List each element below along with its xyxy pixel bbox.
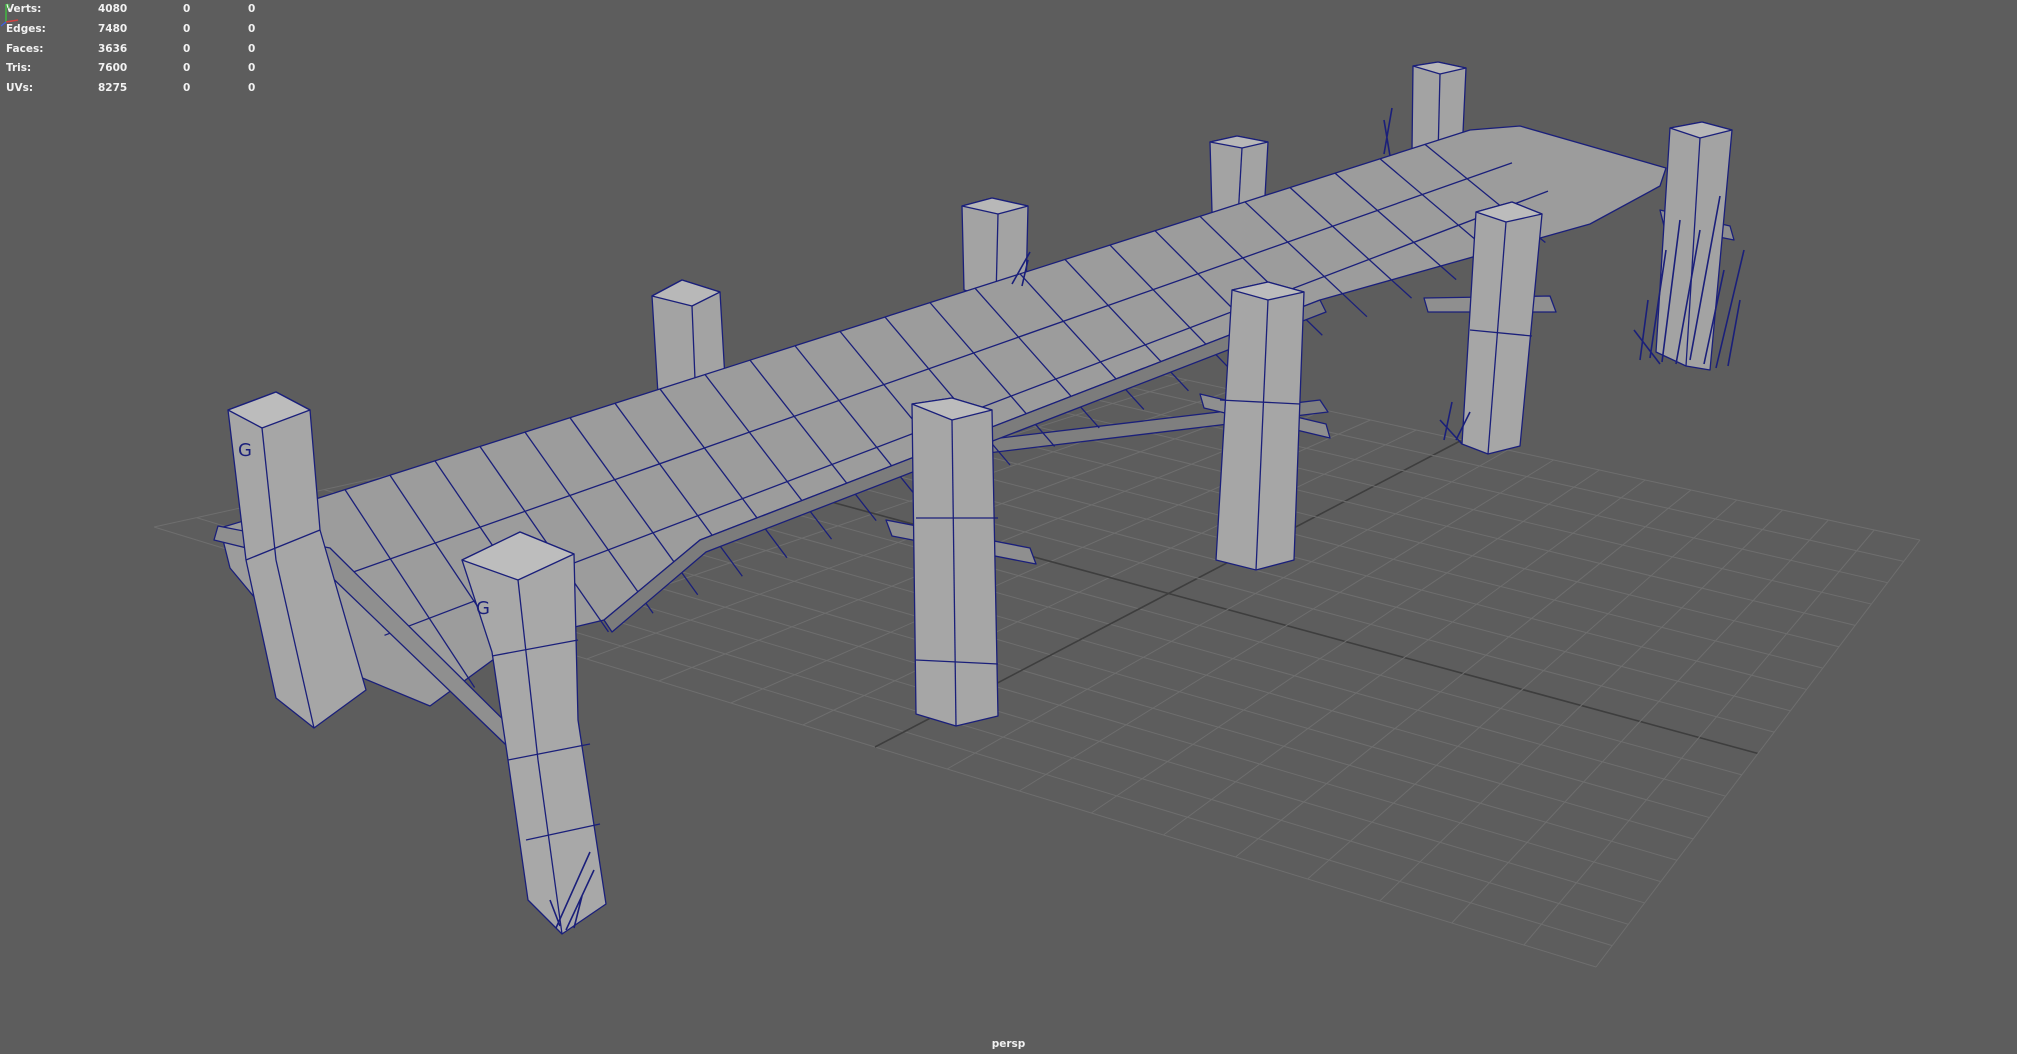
hud-value: 0 [183,42,191,55]
post-front-mid1[interactable] [911,397,999,727]
hud-value: 0 [248,22,256,35]
hud-value: 8275 [98,82,128,95]
hud-label: Tris: [6,62,32,75]
perspective-viewport[interactable]: G G Verts: 4080 0 0 Edges: 7480 0 0 Face… [0,0,2017,1054]
scene-canvas[interactable]: G G [0,0,2017,1054]
grid-line [1523,529,1875,946]
hud-row: Faces: 3636 0 0 [6,40,268,60]
hud-row: Edges: 7480 0 0 [6,20,268,40]
hud-value: 3636 [98,42,128,55]
dock-mesh[interactable]: G G [213,61,1745,935]
grid-line [1595,539,1921,968]
hud-value: 0 [248,42,256,55]
hud-value: 4080 [98,3,128,15]
poly-count-hud: Verts: 4080 0 0 Edges: 7480 0 0 Faces: 3636 0 0 Tris… [6,0,268,99]
hud-value: 0 [248,82,256,95]
hud-label: UVs: [6,82,34,95]
hud-value: 7480 [98,22,128,35]
svg-text:y: y [7,2,11,9]
hud-value: 0 [183,62,191,75]
post-back-right[interactable] [1655,121,1733,371]
post-carving-icon: G [476,598,490,619]
hud-label: Faces: [6,42,44,55]
hud-row: UVs: 8275 0 0 [6,79,268,99]
post-carving-icon: G [238,440,252,461]
camera-label: persp [991,1038,1026,1050]
hud-value: 0 [183,22,191,35]
hud-value: 0 [183,3,191,15]
hud-row: Verts: 4080 0 0 [6,0,268,20]
hud-row: Tris: 7600 0 0 [6,59,268,79]
view-axis-icon: y [0,2,19,27]
hud-value: 7600 [98,62,128,75]
hud-value: 0 [248,62,256,75]
post-front-far[interactable] [1461,201,1543,455]
hud-value: 0 [248,3,256,15]
hud-value: 0 [183,82,191,95]
